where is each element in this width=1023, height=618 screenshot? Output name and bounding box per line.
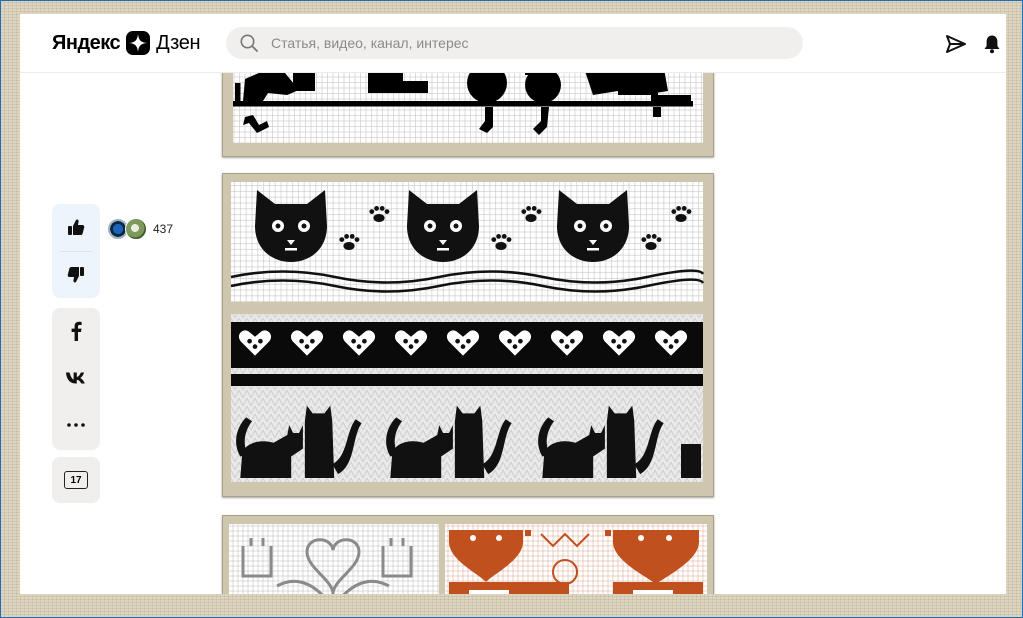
like-button[interactable] bbox=[52, 204, 100, 250]
more-button[interactable] bbox=[52, 402, 100, 448]
notifications-button[interactable] bbox=[980, 33, 1004, 55]
search-bar[interactable] bbox=[226, 27, 803, 59]
send-icon bbox=[946, 35, 966, 53]
facebook-icon bbox=[71, 321, 82, 341]
search-input[interactable] bbox=[269, 34, 793, 52]
share-panel bbox=[52, 308, 100, 450]
article-image-2[interactable] bbox=[222, 173, 714, 497]
search-icon bbox=[240, 34, 258, 52]
likes-count: 437 bbox=[153, 222, 174, 236]
article-image-3[interactable] bbox=[222, 515, 714, 594]
knitting-chart-cat-faces bbox=[230, 182, 705, 482]
thumbs-up-icon bbox=[68, 219, 85, 235]
logo[interactable]: Яндекс Дзен bbox=[52, 30, 201, 56]
logo-yandex-text: Яндекс bbox=[52, 31, 121, 54]
share-facebook-button[interactable] bbox=[52, 308, 100, 354]
likers[interactable]: 437 bbox=[107, 218, 173, 240]
send-button[interactable] bbox=[944, 33, 968, 55]
thumbs-down-icon bbox=[67, 267, 84, 283]
comments-panel: 17 bbox=[52, 457, 100, 503]
share-vk-button[interactable] bbox=[52, 355, 100, 401]
page: Яндекс Дзен Статья, видео, канал, интере… bbox=[20, 14, 1006, 594]
comments-button[interactable]: 17 bbox=[52, 457, 100, 503]
vk-icon bbox=[66, 372, 85, 384]
comment-icon: 17 bbox=[64, 471, 88, 489]
avatar bbox=[125, 218, 147, 240]
comments-count: 17 bbox=[70, 474, 82, 486]
knitting-chart-hearts-and-red bbox=[229, 524, 707, 594]
bell-icon bbox=[984, 35, 1000, 54]
vote-panel bbox=[52, 204, 100, 298]
dislike-button[interactable] bbox=[52, 252, 100, 298]
dzen-logo-icon bbox=[126, 31, 151, 55]
logo-dzen-text: Дзен bbox=[156, 31, 201, 54]
more-icon bbox=[67, 423, 85, 427]
top-bar: Яндекс Дзен bbox=[20, 14, 1006, 73]
